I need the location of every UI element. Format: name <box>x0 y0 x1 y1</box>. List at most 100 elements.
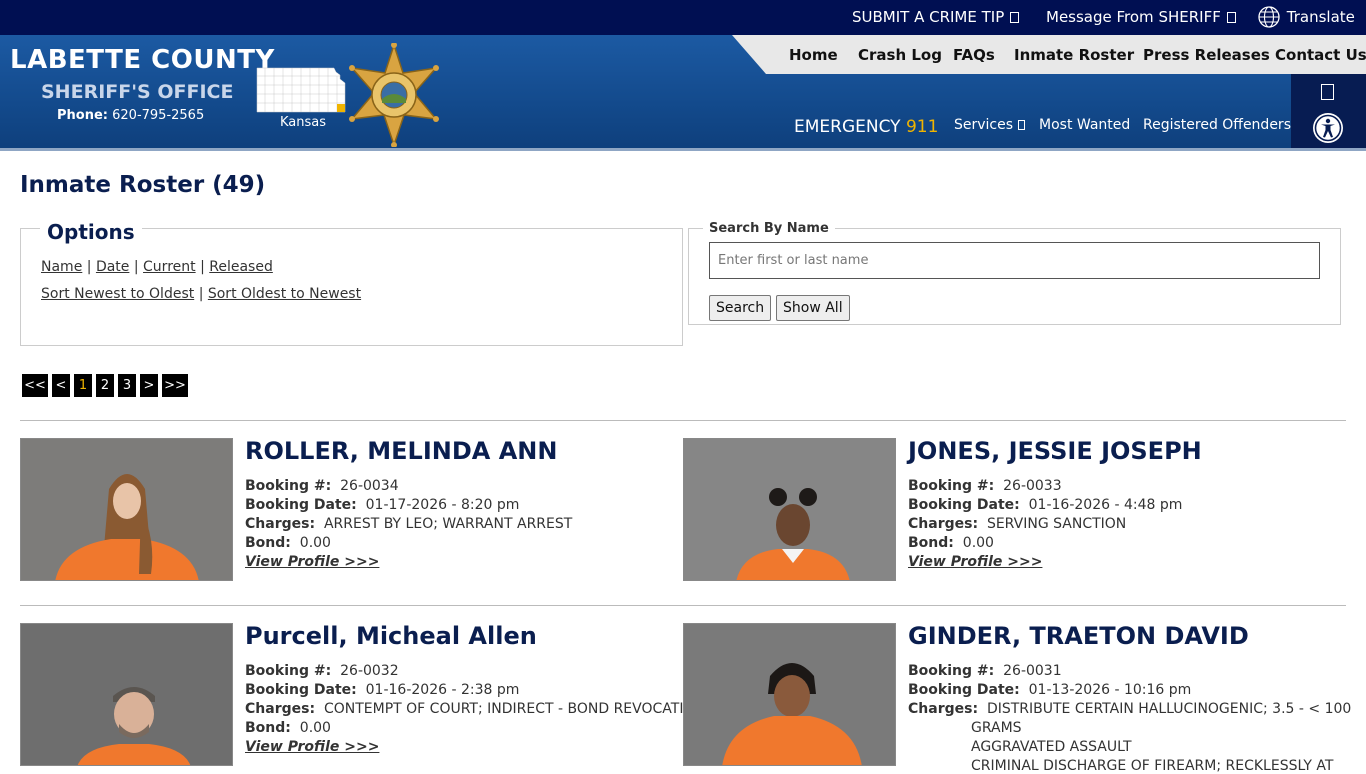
charge-text: AGGRAVATED ASSAULT <box>971 739 1132 755</box>
submit-crime-tip-link[interactable]: SUBMIT A CRIME TIP <box>852 8 1020 26</box>
office-name: SHERIFF'S OFFICE <box>41 81 234 103</box>
booking-number: 26-0031 <box>1003 663 1062 679</box>
phone-line: Phone: 620-795-2565 <box>57 108 204 123</box>
show-all-button[interactable]: Show All <box>776 295 850 321</box>
nav-contact-us[interactable]: Contact Us <box>1275 46 1366 64</box>
bond-label: Bond: <box>908 535 954 551</box>
nav-faqs[interactable]: FAQs <box>953 46 995 64</box>
separator: | <box>133 259 139 275</box>
header-divider <box>0 148 1366 151</box>
booking-date-label: Booking Date: <box>245 682 357 698</box>
filter-links: Name | Date | Current | Released <box>41 259 273 275</box>
charge-text: CRIMINAL DISCHARGE OF FIREARM; RECKLESSL… <box>971 758 1334 774</box>
booking-date: 01-16-2026 - 4:48 pm <box>1028 497 1183 513</box>
nav-crash-log[interactable]: Crash Log <box>858 46 942 64</box>
inmate-name: Purcell, Micheal Allen <box>245 622 537 650</box>
bond-row: Bond: 0.00 <box>245 535 331 551</box>
pager-prev[interactable]: < <box>52 374 70 397</box>
pager-page-2[interactable]: 2 <box>96 374 114 397</box>
nav-home[interactable]: Home <box>789 46 838 64</box>
phone-label: Phone: <box>57 108 108 123</box>
mugshot-image <box>21 624 232 765</box>
sheriff-badge-logo <box>349 43 439 147</box>
booking-date-row: Booking Date: 01-13-2026 - 10:16 pm <box>908 682 1191 698</box>
nav-most-wanted[interactable]: Most Wanted <box>1039 117 1130 133</box>
external-link-icon <box>1010 12 1020 23</box>
charges-row: Charges: SERVING SANCTION <box>908 516 1126 532</box>
booking-number-row: Booking #: 26-0032 <box>245 663 399 679</box>
bond-row: Bond: 0.00 <box>908 535 994 551</box>
accessibility-icon[interactable] <box>1312 112 1344 144</box>
booking-date-row: Booking Date: 01-16-2026 - 4:48 pm <box>908 497 1182 513</box>
services-label: Services <box>954 117 1014 133</box>
emergency-number: 911 <box>905 117 939 137</box>
search-button[interactable]: Search <box>709 295 772 321</box>
globe-icon <box>1258 6 1280 28</box>
booking-number: 26-0034 <box>340 478 399 494</box>
emergency-label: EMERGENCY <box>794 117 901 137</box>
divider <box>20 605 1346 606</box>
booking-number-row: Booking #: 26-0033 <box>908 478 1062 494</box>
charges-label: Charges: <box>908 701 979 717</box>
emergency-911[interactable]: EMERGENCY 911 <box>794 117 938 137</box>
view-profile-link[interactable]: View Profile >>> <box>245 739 379 755</box>
charges-row: Charges: ARREST BY LEO; WARRANT ARREST <box>245 516 572 532</box>
dropdown-icon <box>1018 120 1026 130</box>
nav-services[interactable]: Services <box>954 117 1026 133</box>
booking-date-label: Booking Date: <box>908 682 1020 698</box>
bond-amount: 0.00 <box>299 720 331 736</box>
search-input[interactable]: Enter first or last name <box>709 242 1320 279</box>
filter-released-link[interactable]: Released <box>209 259 273 275</box>
bond-row: Bond: 0.00 <box>245 720 331 736</box>
inmate-name: GINDER, TRAETON DAVID <box>908 622 1249 650</box>
charges-label: Charges: <box>245 701 316 717</box>
sort-links: Sort Newest to Oldest | Sort Oldest to N… <box>41 286 361 302</box>
pager-page-1[interactable]: 1 <box>74 374 92 397</box>
charge-text: SERVING SANCTION <box>986 516 1127 532</box>
inmate-photo[interactable] <box>20 623 233 766</box>
pager-next[interactable]: > <box>140 374 158 397</box>
inmate-name: JONES, JESSIE JOSEPH <box>908 437 1202 465</box>
translate-button[interactable]: Translate <box>1258 6 1355 28</box>
options-legend: Options <box>40 220 142 244</box>
mugshot-image <box>684 624 895 765</box>
sort-newest-link[interactable]: Sort Newest to Oldest <box>41 286 194 302</box>
kansas-map-icon <box>256 67 346 113</box>
inmate-photo[interactable] <box>683 623 896 766</box>
message-label: Message From SHERIFF <box>1046 8 1221 26</box>
page-title: Inmate Roster (49) <box>20 172 266 198</box>
nav-inmate-roster[interactable]: Inmate Roster <box>1014 46 1134 64</box>
booking-date-row: Booking Date: 01-17-2026 - 8:20 pm <box>245 497 519 513</box>
separator: | <box>200 259 205 275</box>
sort-oldest-link[interactable]: Sort Oldest to Newest <box>208 286 361 302</box>
booking-number: 26-0032 <box>340 663 399 679</box>
view-profile-link[interactable]: View Profile >>> <box>908 554 1042 570</box>
accessibility-panel <box>1291 74 1366 148</box>
message-from-sheriff-link[interactable]: Message From SHERIFF <box>1046 8 1236 26</box>
filter-date-link[interactable]: Date <box>96 259 129 275</box>
booking-date-label: Booking Date: <box>245 497 357 513</box>
main-nav: Home Crash Log FAQs Inmate Roster Press … <box>732 35 1366 74</box>
filter-current-link[interactable]: Current <box>143 259 196 275</box>
booking-date-row: Booking Date: 01-16-2026 - 2:38 pm <box>245 682 519 698</box>
filter-name-link[interactable]: Name <box>41 259 82 275</box>
inmate-photo[interactable] <box>20 438 233 581</box>
menu-icon[interactable] <box>1321 84 1334 100</box>
view-profile-link[interactable]: View Profile >>> <box>245 554 379 570</box>
nav-press-releases[interactable]: Press Releases <box>1143 46 1270 64</box>
charge-text: DISTRIBUTE CERTAIN HALLUCINOGENIC; 3.5 -… <box>986 701 1352 717</box>
bond-label: Bond: <box>245 535 291 551</box>
inmate-photo[interactable] <box>683 438 896 581</box>
separator: | <box>86 259 92 275</box>
nav-registered-offenders[interactable]: Registered Offenders <box>1143 117 1291 133</box>
phone-number[interactable]: 620-795-2565 <box>112 108 204 123</box>
booking-number-label: Booking #: <box>245 478 332 494</box>
pager-first[interactable]: << <box>22 374 48 397</box>
top-utility-bar: SUBMIT A CRIME TIP Message From SHERIFF … <box>0 0 1366 35</box>
charge-text: ARREST BY LEO; WARRANT ARREST <box>323 516 573 532</box>
pager-page-3[interactable]: 3 <box>118 374 136 397</box>
pager-last[interactable]: >> <box>162 374 188 397</box>
charges-label: Charges: <box>245 516 316 532</box>
booking-date: 01-13-2026 - 10:16 pm <box>1028 682 1192 698</box>
divider <box>20 420 1346 421</box>
